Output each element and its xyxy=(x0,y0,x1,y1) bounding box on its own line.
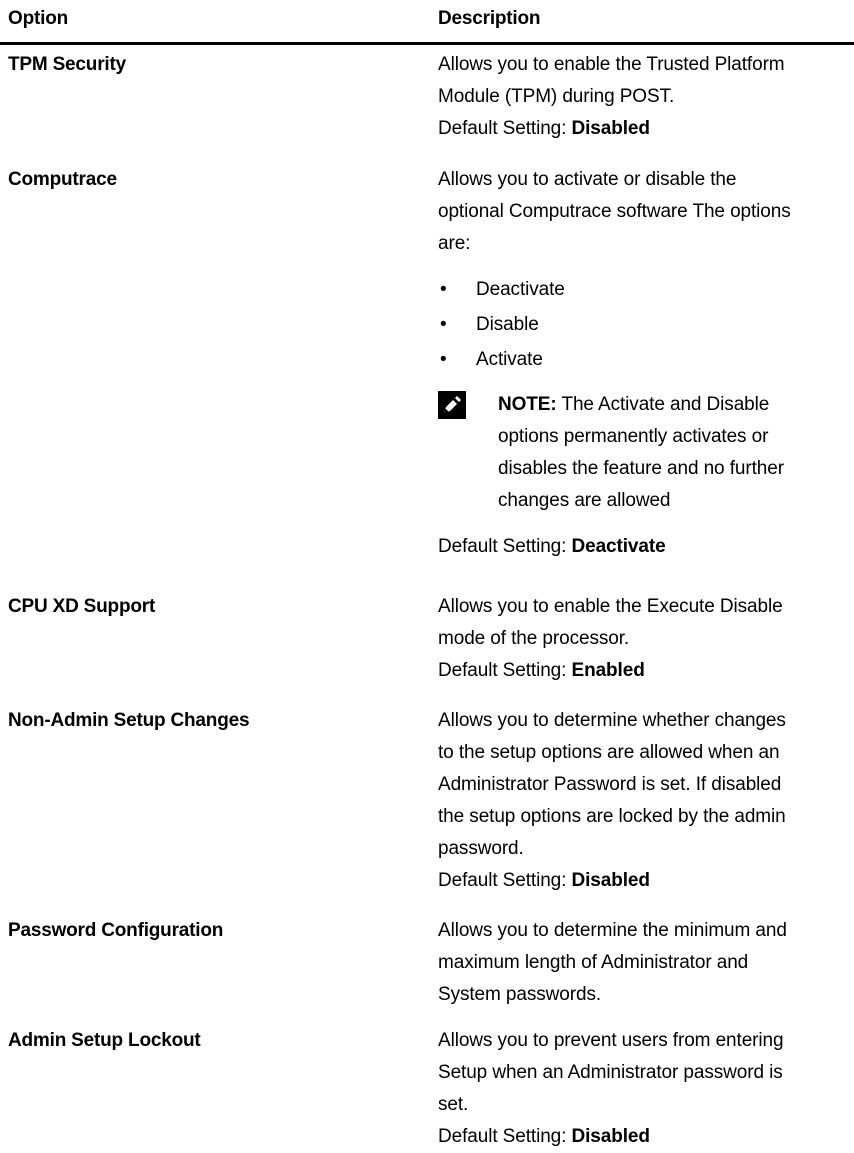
default-setting: Default Setting: Disabled xyxy=(438,113,848,145)
default-setting-value: Enabled xyxy=(571,660,645,681)
option-description: Allows you to determine the minimum and … xyxy=(438,915,848,1011)
table-header: Option Description xyxy=(0,0,854,45)
default-setting-value: Disabled xyxy=(571,870,651,891)
description-column-header: Description xyxy=(438,8,541,29)
bullet-icon: • xyxy=(440,314,447,335)
description-line: optional Computrace software The options xyxy=(438,201,791,222)
note-label: NOTE: xyxy=(498,394,557,415)
description-line: set. xyxy=(438,1094,469,1115)
list-item-label: Activate xyxy=(476,349,543,370)
note-line: disables the feature and no further xyxy=(498,458,784,479)
default-setting: Default Setting: Disabled xyxy=(438,1121,848,1153)
description-line: Allows you to determine the minimum and xyxy=(438,920,787,941)
default-setting-value: Disabled xyxy=(571,1126,651,1147)
default-setting-label: Default Setting: xyxy=(438,536,572,557)
description-line: Allows you to activate or disable the xyxy=(438,169,737,190)
default-setting-value: Disabled xyxy=(571,118,651,139)
description-line: password. xyxy=(438,838,524,859)
description-line: Allows you to enable the Trusted Platfor… xyxy=(438,54,785,75)
description-line: maximum length of Administrator and xyxy=(438,952,749,973)
note-line: changes are allowed xyxy=(498,490,671,511)
description-line: System passwords. xyxy=(438,984,602,1005)
default-setting-value: Deactivate xyxy=(571,536,666,557)
default-setting: Default Setting: Enabled xyxy=(438,655,848,687)
option-description: Allows you to enable the Trusted Platfor… xyxy=(438,49,848,145)
default-setting: Default Setting: Disabled xyxy=(438,865,848,897)
default-setting: Default Setting: Deactivate xyxy=(438,531,848,563)
description-line: Allows you to prevent users from enterin… xyxy=(438,1030,784,1051)
bullet-icon: • xyxy=(440,349,447,370)
option-name: CPU XD Support xyxy=(8,596,156,617)
option-name: TPM Security xyxy=(8,54,126,75)
bullet-icon: • xyxy=(440,279,447,300)
list-item: • Disable xyxy=(438,307,848,342)
description-line: Allows you to determine whether changes xyxy=(438,710,786,731)
description-line: Allows you to enable the Execute Disable xyxy=(438,596,783,617)
option-name: Computrace xyxy=(8,169,117,190)
option-name: Password Configuration xyxy=(8,920,224,941)
default-setting-label: Default Setting: xyxy=(438,660,572,681)
description-line: Administrator Password is set. If disabl… xyxy=(438,774,782,795)
options-list: • Deactivate • Disable • Activate xyxy=(438,272,848,377)
description-line: to the setup options are allowed when an xyxy=(438,742,780,763)
option-description: Allows you to enable the Execute Disable… xyxy=(438,591,848,687)
list-item-label: Disable xyxy=(476,314,539,335)
option-description: Allows you to determine whether changes … xyxy=(438,705,848,897)
option-description: Allows you to prevent users from enterin… xyxy=(438,1025,848,1153)
description-line: are: xyxy=(438,233,471,254)
note-line: options permanently activates or xyxy=(498,426,769,447)
option-column-header: Option xyxy=(8,8,69,29)
default-setting-label: Default Setting: xyxy=(438,1126,572,1147)
pencil-note-icon xyxy=(438,391,466,419)
description-line: Setup when an Administrator password is xyxy=(438,1062,783,1083)
note-box: NOTE: The Activate and Disable options p… xyxy=(438,389,848,517)
option-name: Admin Setup Lockout xyxy=(8,1030,201,1051)
option-name: Non-Admin Setup Changes xyxy=(8,710,250,731)
default-setting-label: Default Setting: xyxy=(438,118,572,139)
default-setting-label: Default Setting: xyxy=(438,870,572,891)
list-item: • Deactivate xyxy=(438,272,848,307)
option-description: Allows you to activate or disable the op… xyxy=(438,164,848,563)
description-line: the setup options are locked by the admi… xyxy=(438,806,786,827)
note-text: NOTE: The Activate and Disable xyxy=(498,389,848,421)
list-item: • Activate xyxy=(438,342,848,377)
note-line: The Activate and Disable xyxy=(556,394,770,415)
description-line: Module (TPM) during POST. xyxy=(438,86,675,107)
description-line: mode of the processor. xyxy=(438,628,630,649)
list-item-label: Deactivate xyxy=(476,279,565,300)
